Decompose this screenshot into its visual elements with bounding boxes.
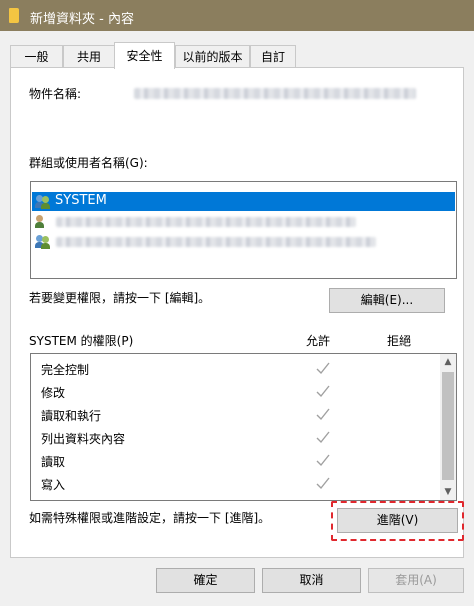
deny-column-header: 拒絕 bbox=[387, 334, 412, 348]
permission-row: 列出資料夾內容 bbox=[31, 426, 441, 449]
tab-sharing[interactable]: 共用 bbox=[63, 45, 115, 68]
check-icon bbox=[316, 454, 330, 467]
scroll-down-arrow-icon[interactable]: ▼ bbox=[440, 484, 456, 500]
permission-row: 完全控制 bbox=[31, 357, 441, 380]
tab-customize[interactable]: 自訂 bbox=[250, 45, 296, 68]
cancel-button[interactable]: 取消 bbox=[262, 568, 361, 593]
permission-row: 寫入 bbox=[31, 472, 441, 495]
edit-button[interactable]: 編輯(E)... bbox=[329, 288, 445, 313]
edit-hint: 若要變更權限，請按一下 [編輯]。 bbox=[29, 291, 211, 305]
permission-row: 讀取 bbox=[31, 449, 441, 472]
check-icon bbox=[316, 362, 330, 375]
users-group-icon bbox=[35, 194, 51, 209]
dialog-body: 一般 共用 安全性 以前的版本 自訂 物件名稱: 群組或使用者名稱(G): SY… bbox=[0, 31, 474, 606]
permission-row: 修改 bbox=[31, 380, 441, 403]
scrollbar-thumb[interactable] bbox=[442, 372, 454, 480]
apply-button[interactable]: 套用(A) bbox=[368, 568, 464, 593]
tab-security[interactable]: 安全性 bbox=[114, 42, 175, 69]
allow-column-header: 允許 bbox=[306, 334, 331, 348]
check-icon bbox=[316, 385, 330, 398]
group-label: 群組或使用者名稱(G): bbox=[29, 156, 148, 170]
user-admin-icon bbox=[35, 214, 51, 229]
scroll-up-arrow-icon[interactable]: ▲ bbox=[440, 354, 456, 370]
advanced-hint: 如需特殊權限或進階設定，請按一下 [進階]。 bbox=[29, 511, 271, 525]
user-list[interactable]: SYSTEM bbox=[30, 181, 457, 279]
tab-previous-versions[interactable]: 以前的版本 bbox=[175, 45, 250, 68]
check-icon bbox=[316, 431, 330, 444]
title-bar: 新增資料夾 - 內容 bbox=[0, 0, 474, 31]
list-item-system[interactable]: SYSTEM bbox=[32, 192, 455, 211]
list-item-user-3[interactable] bbox=[32, 232, 455, 251]
object-name-value bbox=[134, 88, 416, 99]
window-title: 新增資料夾 - 內容 bbox=[30, 12, 134, 27]
check-icon bbox=[316, 477, 330, 490]
list-item-user-2[interactable] bbox=[32, 212, 455, 231]
object-name-label: 物件名稱: bbox=[29, 87, 82, 101]
users-group-icon bbox=[35, 234, 51, 249]
ok-button[interactable]: 確定 bbox=[156, 568, 255, 593]
tab-general[interactable]: 一般 bbox=[10, 45, 63, 68]
scrollbar[interactable]: ▲ ▼ bbox=[440, 354, 456, 500]
advanced-button[interactable]: 進階(V) bbox=[337, 508, 458, 533]
folder-icon bbox=[9, 8, 19, 23]
security-panel: 物件名稱: 群組或使用者名稱(G): SYSTEM 若要變更權限，請按一下 [編… bbox=[10, 67, 464, 558]
check-icon bbox=[316, 408, 330, 421]
permission-row: 讀取和執行 bbox=[31, 403, 441, 426]
permission-list: 完全控制 修改 讀取和執行 列出資料夾內容 讀取 寫入 ▲ ▼ bbox=[30, 353, 457, 501]
permission-header: SYSTEM 的權限(P) bbox=[29, 334, 134, 348]
